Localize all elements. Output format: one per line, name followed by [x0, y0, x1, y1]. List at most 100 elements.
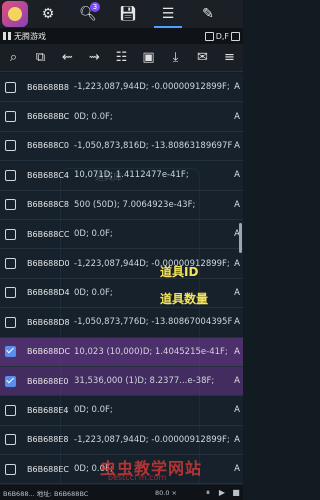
dword-value: 500 (50D);: [74, 199, 120, 210]
type-label: A: [234, 464, 240, 475]
watermark-url: bestccl m.com: [108, 473, 167, 482]
float-value: 1.4112477e-41F;: [113, 170, 189, 181]
row-checkbox[interactable]: [5, 81, 16, 93]
row-checkbox[interactable]: [5, 434, 16, 446]
dword-value: -1,223,087,944D;: [74, 82, 149, 93]
row-checkbox[interactable]: [5, 375, 16, 387]
pause-icon[interactable]: ⏸: [201, 488, 215, 498]
address-label: B6B688D0: [27, 259, 70, 269]
action-toolbar: ⌕ ⧉ ⇜ ⇝ ☷ ▣ ⤓ ✉ ≡: [0, 44, 243, 72]
sliders-icon[interactable]: ⚙: [28, 0, 68, 28]
row-checkbox[interactable]: [5, 404, 16, 416]
speed-value[interactable]: 80.0 ×: [155, 489, 201, 497]
row-checkbox[interactable]: [5, 228, 16, 240]
list-item[interactable]: B6B688BC 0D; 0.0F; A: [0, 102, 243, 132]
float-value: 7.0064923e-43F;: [119, 199, 196, 210]
app-icon[interactable]: [2, 1, 28, 27]
annotation-item-count: 道具数量: [160, 292, 209, 306]
list-item[interactable]: B6B688D8 -1,050,873,776D; -13.80867004395…: [0, 308, 243, 338]
float-value: -13.80867004395F;: [148, 317, 233, 328]
type-label: A: [234, 434, 240, 445]
comment-icon[interactable]: ✉: [191, 50, 215, 65]
address-label: B6B688DC: [27, 347, 71, 357]
play-icon[interactable]: ▶: [215, 488, 229, 497]
address-label: B6B688EC: [27, 464, 69, 474]
address-label: B6B688D4: [27, 288, 70, 298]
flag-checkbox-2[interactable]: [231, 31, 240, 41]
result-count-badge: 3: [90, 2, 100, 12]
dword-value: -1,050,873,816D;: [74, 140, 149, 151]
type-label: A: [234, 111, 240, 122]
flag-checkbox[interactable]: [204, 31, 214, 41]
value-label: 10,071D; 1.4112477e-41F;: [74, 170, 233, 180]
save-icon[interactable]: 💾︎: [108, 0, 148, 28]
process-name[interactable]: 无腾游戏: [14, 31, 205, 42]
edit-icon[interactable]: ✎: [188, 0, 228, 28]
menu-icon[interactable]: ≡: [218, 50, 242, 65]
copy-icon[interactable]: ⧉: [29, 50, 53, 65]
list-item[interactable]: B6B688B8 -1,223,087,944D; -0.00000912899F…: [0, 73, 243, 103]
float-value: -13.80863189697F;: [148, 140, 233, 151]
type-label: A: [234, 346, 240, 357]
value-label: -1,223,087,944D; -0.00000912899F;: [74, 82, 233, 92]
annotation-item-id: 道具ID: [160, 265, 199, 279]
dword-value: -1,050,873,776D;: [74, 317, 149, 328]
forward-icon[interactable]: ⇝: [83, 50, 107, 65]
float-value: -0.00000912899F;: [148, 82, 230, 93]
search-settings-icon[interactable]: ⌕: [2, 50, 26, 65]
list-item[interactable]: B6B688D0 -1,223,087,944D; -0.00000912899F…: [0, 249, 243, 279]
filter-icon[interactable]: ☷: [110, 50, 134, 65]
list-icon[interactable]: ☰: [148, 0, 188, 28]
type-label: A: [234, 199, 240, 210]
address-label: B6B688C0: [27, 141, 70, 151]
row-checkbox[interactable]: [5, 463, 16, 475]
address-label: B6B688C8: [27, 200, 70, 210]
value-label: 31,536,000 (1)D; 8.2377...e-38F;: [74, 376, 233, 386]
list-item[interactable]: B6B688DC 10,023 (10,000)D; 1.4045215e-41F…: [0, 337, 243, 367]
dword-value: 0D; 0.0F;: [74, 229, 113, 240]
list-item[interactable]: B6B688CC 0D; 0.0F; A: [0, 220, 243, 250]
list-item[interactable]: B6B688E0 31,536,000 (1)D; 8.2377...e-38F;…: [0, 366, 243, 397]
type-label: A: [234, 317, 240, 328]
value-label: 0D; 0.0F;: [74, 112, 233, 122]
dword-value: 0D; 0.0F;: [74, 287, 113, 298]
type-label: A: [234, 258, 240, 269]
list-item[interactable]: B6B688E8 -1,223,087,944D; -0.00000912899F…: [0, 426, 243, 456]
save-icon[interactable]: ▣: [137, 50, 161, 65]
row-checkbox[interactable]: [5, 258, 16, 270]
stop-icon[interactable]: ■: [229, 488, 243, 497]
address-label: B6B688D8: [27, 317, 70, 327]
type-label: A: [234, 287, 240, 298]
type-label: A: [234, 140, 240, 151]
list-item[interactable]: B6B688E4 0D; 0.0F; A: [0, 396, 243, 426]
dword-value: 0D; 0.0F;: [74, 111, 113, 122]
value-label: 0D; 0.0F;: [74, 405, 233, 415]
status-bar: B6B688... 地址: B6B688BC 80.0 × ⏸ ▶ ■: [0, 485, 243, 500]
address-label: B6B688E4: [27, 405, 69, 415]
row-checkbox[interactable]: [5, 287, 16, 299]
process-bar: 无腾游戏 D,F: [0, 28, 243, 44]
search-icon[interactable]: 🔍︎ 3: [68, 0, 108, 28]
value-label: -1,050,873,776D; -13.80867004395F;: [74, 317, 233, 327]
row-checkbox[interactable]: [5, 316, 16, 328]
pause-icon[interactable]: [3, 32, 11, 40]
dword-value: 10,023 (10,000)D;: [74, 346, 153, 357]
float-value: -0.00000912899F;: [148, 434, 230, 445]
row-checkbox[interactable]: [5, 199, 16, 211]
back-icon[interactable]: ⇜: [56, 50, 80, 65]
row-checkbox[interactable]: [5, 169, 16, 181]
dword-value: 0D; 0.0F;: [74, 405, 113, 416]
scrollbar[interactable]: [239, 223, 242, 253]
float-value: 8.2377...e-38F;: [146, 376, 215, 387]
row-checkbox[interactable]: [5, 140, 16, 152]
list-item[interactable]: B6B688C0 -1,050,873,816D; -13.80863189697…: [0, 132, 243, 162]
download-icon[interactable]: ⤓: [164, 50, 188, 65]
list-item[interactable]: B6B688C8 500 (50D); 7.0064923e-43F; A: [0, 191, 243, 220]
row-checkbox[interactable]: [5, 346, 16, 358]
top-toolbar: ⚙ 🔍︎ 3 💾︎ ☰ ✎: [0, 0, 243, 28]
list-item[interactable]: B6B688C4 10,071D; 1.4112477e-41F; A: [0, 161, 243, 191]
value-label: 0D; 0.0F;: [74, 229, 233, 239]
value-label: 500 (50D); 7.0064923e-43F;: [74, 200, 233, 210]
row-checkbox[interactable]: [5, 111, 16, 123]
type-flags: D,F: [215, 31, 229, 41]
